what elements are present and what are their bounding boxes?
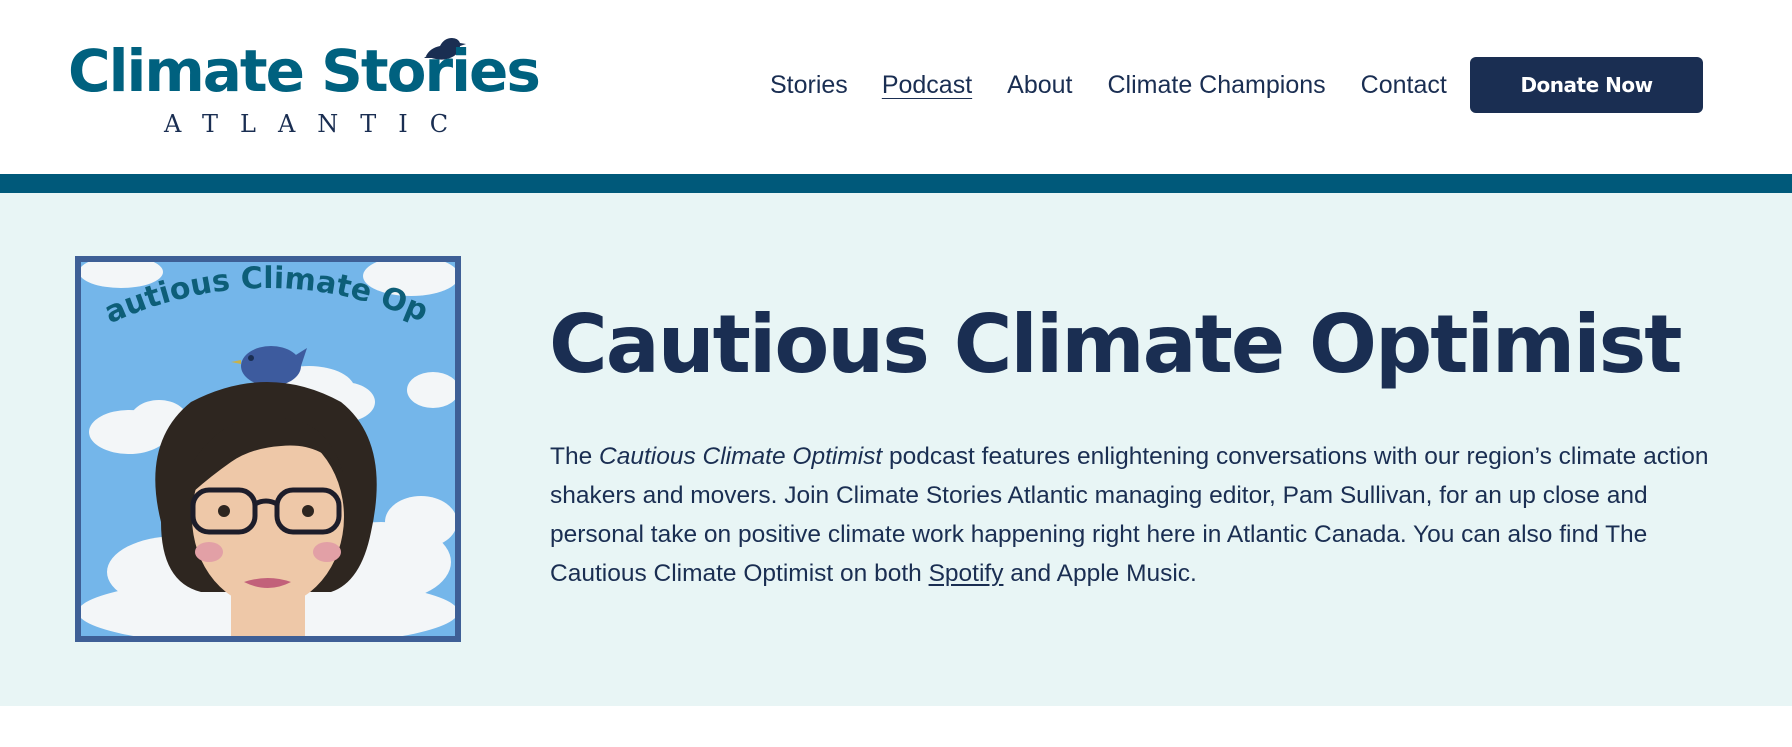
logo-subtitle: ATLANTIC xyxy=(164,110,471,138)
podcast-cover-illustration: The Cautious Climate Optimist xyxy=(81,262,455,636)
nav-item-podcast[interactable]: Podcast xyxy=(882,68,972,102)
nav-item-about[interactable]: About xyxy=(1007,68,1072,102)
podcast-hero: The Cautious Climate Optimist xyxy=(0,193,1792,706)
nav-item-contact[interactable]: Contact xyxy=(1361,68,1447,102)
main-nav: Stories Podcast About Climate Champions … xyxy=(770,68,1447,102)
site-header: Climate Stories ATLANTIC Stories Podcast… xyxy=(0,0,1792,174)
intro-end: and Apple Music. xyxy=(1003,560,1197,587)
page-below-hero xyxy=(0,706,1792,747)
logo-title: Climate Stories xyxy=(68,37,541,105)
podcast-description: The Cautious Climate Optimist podcast fe… xyxy=(550,437,1710,593)
spotify-link[interactable]: Spotify xyxy=(929,560,1004,587)
header-divider-band xyxy=(0,174,1792,193)
nav-item-stories[interactable]: Stories xyxy=(770,68,848,102)
podcast-cover-art: The Cautious Climate Optimist xyxy=(75,256,461,642)
page-title: Cautious Climate Optimist xyxy=(549,298,1683,391)
donate-now-button[interactable]: Donate Now xyxy=(1470,57,1703,113)
intro-lead: The xyxy=(550,443,600,470)
site-logo[interactable]: Climate Stories ATLANTIC xyxy=(68,34,541,144)
intro-podcast-name: Cautious Climate Optimist xyxy=(599,443,883,470)
nav-item-climate-champions[interactable]: Climate Champions xyxy=(1108,68,1326,102)
